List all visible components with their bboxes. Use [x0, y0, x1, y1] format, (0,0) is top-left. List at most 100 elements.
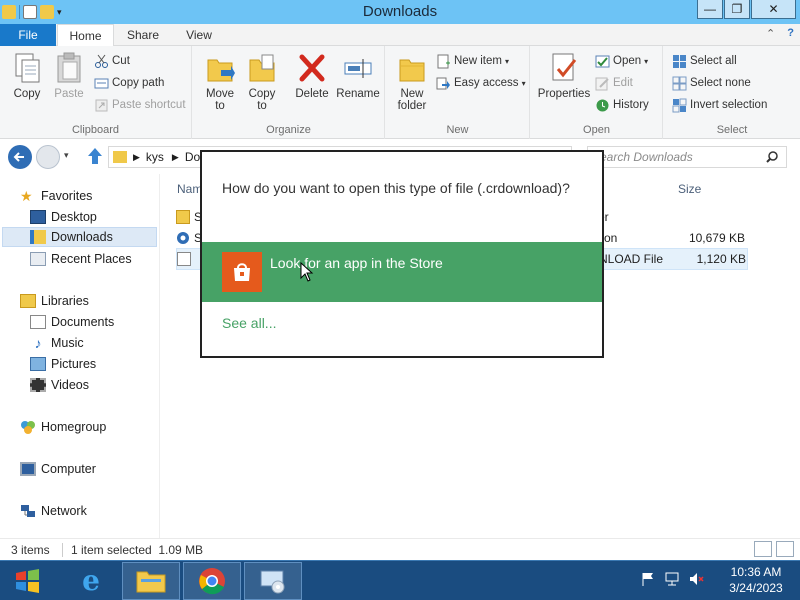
paste-shortcut-icon	[94, 98, 109, 113]
nav-videos[interactable]: Videos	[30, 375, 89, 395]
select-all-label: Select all	[690, 55, 737, 67]
breadcrumb-kys[interactable]: kys	[146, 150, 164, 164]
new-folder-button[interactable]: New folder	[392, 52, 432, 112]
nav-desktop-label: Desktop	[51, 210, 97, 224]
new-item-button[interactable]: New item ▾	[436, 52, 509, 70]
mouse-cursor-icon	[300, 261, 314, 285]
close-button[interactable]: ✕	[751, 0, 796, 19]
recent-locations-icon[interactable]: ▾	[64, 150, 69, 161]
forward-button[interactable]	[36, 145, 60, 169]
select-none-button[interactable]: Select none	[672, 74, 751, 92]
system-tray	[640, 571, 704, 587]
paste-shortcut-button[interactable]: Paste shortcut	[94, 96, 186, 114]
nav-downloads-label: Downloads	[51, 230, 113, 244]
copy-to-icon	[247, 52, 277, 84]
nav-homegroup-label: Homegroup	[41, 420, 107, 434]
move-to-label-1: Move	[205, 88, 235, 100]
file-explorer-taskbar-icon[interactable]	[122, 562, 180, 600]
maximize-button[interactable]: ❐	[724, 0, 750, 19]
nav-documents[interactable]: Documents	[30, 312, 114, 332]
computer-icon	[20, 462, 36, 476]
move-to-button[interactable]: Move to	[201, 52, 239, 112]
copy-path-icon	[94, 76, 109, 91]
search-icon[interactable]	[766, 151, 778, 163]
see-all-link[interactable]: See all...	[222, 315, 276, 331]
help-icon[interactable]: ?	[787, 27, 794, 40]
store-option[interactable]: Look for an app in the Store	[202, 242, 602, 302]
copy-label: Copy	[13, 88, 41, 100]
properties-button[interactable]: Properties	[535, 52, 593, 100]
nav-pictures[interactable]: Pictures	[30, 354, 96, 374]
details-view-button[interactable]	[754, 541, 772, 557]
large-icons-view-button[interactable]	[776, 541, 794, 557]
nav-recent-places-label: Recent Places	[51, 252, 132, 266]
nav-libraries[interactable]: Libraries	[20, 291, 89, 311]
delete-button[interactable]: Delete	[291, 52, 333, 100]
chrome-taskbar-icon[interactable]	[183, 562, 241, 600]
file-size: 10,679 KB	[688, 231, 745, 245]
organize-group-label: Organize	[266, 124, 311, 136]
tab-share[interactable]: Share	[118, 24, 168, 46]
desktop-icon	[30, 210, 46, 224]
paste-button[interactable]: Paste	[50, 52, 88, 100]
pictures-icon	[30, 357, 46, 371]
nav-homegroup[interactable]: Homegroup	[20, 417, 106, 437]
copy-to-label-2: to	[257, 100, 267, 112]
media-center-taskbar-icon[interactable]	[244, 562, 302, 600]
up-arrow-icon[interactable]	[86, 146, 104, 169]
volume-muted-icon[interactable]	[688, 571, 704, 587]
nav-desktop[interactable]: Desktop	[30, 207, 97, 227]
tab-home[interactable]: Home	[57, 24, 114, 47]
internet-explorer-taskbar-icon[interactable]: e	[62, 562, 120, 600]
easy-access-button[interactable]: Easy access ▾	[436, 74, 526, 92]
tab-view[interactable]: View	[175, 24, 223, 46]
videos-icon	[30, 378, 46, 392]
cut-button[interactable]: Cut	[94, 52, 130, 70]
edit-button[interactable]: Edit	[595, 74, 633, 92]
documents-icon	[30, 315, 46, 329]
copy-button[interactable]: Copy	[8, 52, 46, 100]
system-clock[interactable]: 10:36 AM 3/24/2023	[720, 564, 792, 596]
nav-music[interactable]: ♪ Music	[30, 333, 84, 353]
windows-start-button[interactable]	[8, 565, 48, 597]
search-input[interactable]: Search Downloads	[592, 150, 693, 164]
history-button[interactable]: History	[595, 96, 649, 114]
column-header-size[interactable]: Size	[678, 182, 701, 196]
nav-pictures-label: Pictures	[51, 357, 97, 371]
rename-button[interactable]: Rename	[335, 52, 381, 100]
copy-to-button[interactable]: Copy to	[243, 52, 281, 112]
tab-file[interactable]: File	[0, 24, 56, 46]
status-bar: 3 items 1 item selected 1.09 MB	[0, 538, 800, 560]
action-center-flag-icon[interactable]	[640, 571, 656, 587]
breadcrumb-downloads[interactable]: Do	[185, 150, 200, 164]
invert-selection-button[interactable]: Invert selection	[672, 96, 767, 114]
history-icon	[595, 98, 610, 113]
minimize-ribbon-icon[interactable]: ⌃	[766, 27, 775, 40]
folder-icon	[113, 151, 127, 163]
nav-favorites[interactable]: ★ Favorites	[20, 186, 92, 206]
nav-documents-label: Documents	[51, 315, 115, 329]
nav-downloads[interactable]: Downloads	[2, 227, 157, 247]
open-button[interactable]: Open ▾	[595, 52, 648, 70]
copy-path-button[interactable]: Copy path	[94, 74, 164, 92]
clock-time: 10:36 AM	[730, 565, 782, 579]
organize-group: Move to Copy to Delete Rename Organize	[193, 46, 385, 139]
nav-computer[interactable]: Computer	[20, 459, 96, 479]
nav-recent-places[interactable]: Recent Places	[30, 249, 132, 269]
store-option-label: Look for an app in the Store	[270, 255, 443, 271]
cut-label: Cut	[112, 55, 130, 67]
nav-computer-label: Computer	[41, 462, 96, 476]
search-box[interactable]: Search Downloads	[587, 146, 787, 168]
dropdown-arrow-icon: ▾	[644, 56, 649, 66]
network-icon[interactable]	[664, 571, 680, 587]
window-title: Downloads	[362, 3, 438, 20]
nav-network[interactable]: Network	[20, 501, 87, 521]
open-label: Open	[613, 55, 642, 67]
select-none-icon	[672, 76, 687, 91]
divider	[62, 543, 63, 557]
select-all-button[interactable]: Select all	[672, 52, 737, 70]
minimize-button[interactable]: —	[697, 0, 723, 19]
back-button[interactable]	[8, 145, 32, 169]
recent-places-icon	[30, 252, 46, 266]
star-icon: ★	[20, 188, 33, 204]
